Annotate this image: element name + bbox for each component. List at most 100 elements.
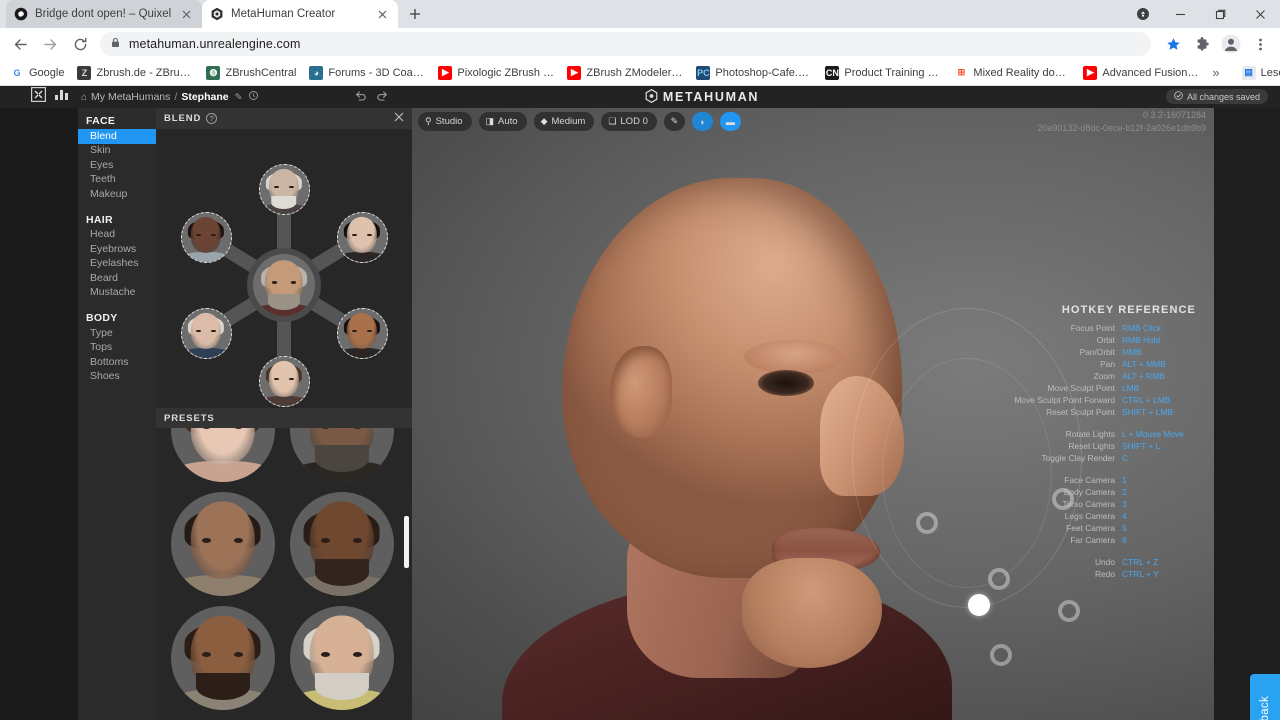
bookmark-item[interactable]: ▶ Advanced Fusion Ef... bbox=[1077, 64, 1205, 82]
sidebar-item-makeup[interactable]: Makeup bbox=[78, 187, 156, 202]
bookmarks-overflow-button[interactable]: » bbox=[1206, 65, 1225, 80]
hotkey-action: Undo bbox=[1094, 557, 1115, 567]
fullscreen-icon[interactable] bbox=[31, 87, 47, 107]
sculpt-point[interactable] bbox=[916, 512, 938, 534]
sculpt-point[interactable] bbox=[990, 644, 1012, 666]
rail-icon-group bbox=[0, 86, 78, 108]
bookmark-favicon-icon: ◕ bbox=[309, 65, 324, 80]
question-icon[interactable]: ? bbox=[206, 113, 218, 124]
sidebar-item-skin[interactable]: Skin bbox=[78, 144, 156, 159]
bookmark-star-icon[interactable] bbox=[1159, 30, 1187, 58]
browser-menu-icon[interactable] bbox=[1246, 30, 1274, 58]
sidebar-item-head[interactable]: Head bbox=[78, 228, 156, 243]
hotkey-row: Pan ALT + MMB bbox=[980, 358, 1196, 370]
bookmark-item[interactable]: ▶ Pixologic ZBrush -... bbox=[432, 64, 560, 82]
sidebar-item-type[interactable]: Type bbox=[78, 326, 156, 341]
preset-elder-male[interactable] bbox=[289, 606, 394, 710]
sidebar-item-eyes[interactable]: Eyes bbox=[78, 158, 156, 173]
info-icon[interactable] bbox=[248, 91, 258, 103]
hotkey-group-spacer bbox=[980, 464, 1196, 474]
breadcrumb-separator: / bbox=[174, 91, 178, 103]
sync-icon[interactable] bbox=[1126, 0, 1160, 28]
sculpt-point[interactable] bbox=[1058, 600, 1080, 622]
hotkey-group-spacer bbox=[980, 546, 1196, 556]
extensions-puzzle-icon[interactable] bbox=[1188, 30, 1216, 58]
viewport-3d[interactable]: ⚲ Studio ◨ Auto ◆ Medium ❏ LOD 0 ✎ ◗ ▬ 0 3.2-16071… bbox=[412, 108, 1214, 720]
bookmark-item[interactable]: ▶ ZBrush ZModeler P... bbox=[561, 64, 689, 82]
hotkey-action: Move Sculpt Point bbox=[1047, 383, 1116, 393]
maximize-button[interactable] bbox=[1200, 0, 1240, 28]
camera-frame-button[interactable]: ▬ bbox=[719, 112, 741, 131]
blend-node-center[interactable] bbox=[253, 254, 315, 316]
sidebar-item-blend[interactable]: Blend bbox=[78, 129, 156, 144]
pencil-icon[interactable]: ✎ bbox=[235, 92, 243, 103]
feedback-tab[interactable]: Feedback bbox=[1250, 674, 1280, 720]
bookmark-item[interactable]: G Google bbox=[4, 64, 70, 82]
sidebar-item-shoes[interactable]: Shoes bbox=[78, 370, 156, 385]
sidebar-item-eyebrows[interactable]: Eyebrows bbox=[78, 242, 156, 257]
sidebar-item-bottoms[interactable]: Bottoms bbox=[78, 355, 156, 370]
blend-node-bottom-left[interactable] bbox=[180, 307, 232, 359]
sidebar-item-mustache[interactable]: Mustache bbox=[78, 286, 156, 301]
blend-node-top[interactable] bbox=[258, 163, 310, 215]
preset-female-dark-hair[interactable] bbox=[170, 492, 275, 596]
hotkey-keys: CTRL + Y bbox=[1122, 569, 1159, 579]
preset-male-beard[interactable] bbox=[289, 492, 394, 596]
minimize-button[interactable] bbox=[1160, 0, 1200, 28]
stats-icon[interactable] bbox=[54, 88, 69, 106]
profile-avatar-icon[interactable] bbox=[1217, 30, 1245, 58]
detail-medium-button[interactable]: ◆ Medium bbox=[533, 112, 595, 131]
breadcrumb-root[interactable]: My MetaHumans bbox=[91, 91, 170, 103]
close-icon[interactable] bbox=[394, 112, 404, 125]
bookmark-label: Leseliste bbox=[1260, 66, 1280, 79]
blend-node-bottom[interactable] bbox=[258, 355, 310, 407]
new-tab-button[interactable] bbox=[402, 1, 428, 27]
address-bar[interactable]: metahuman.unrealengine.com bbox=[100, 32, 1151, 56]
close-icon[interactable] bbox=[179, 7, 194, 22]
category-nav: FACE Blend Skin Eyes Teeth Makeup HAIR Head Eyeb… bbox=[78, 108, 156, 720]
preset-female-pale[interactable] bbox=[170, 428, 275, 482]
lod-button[interactable]: ❏ LOD 0 bbox=[601, 112, 657, 131]
sidebar-item-tops[interactable]: Tops bbox=[78, 341, 156, 356]
bookmark-item[interactable]: ◍ ZBrushCentral bbox=[200, 64, 302, 82]
blend-node-top-left[interactable] bbox=[180, 211, 232, 263]
bookmark-item[interactable]: Z Zbrush.de - ZBrush... bbox=[71, 64, 199, 82]
forward-icon[interactable] bbox=[36, 30, 64, 58]
home-icon[interactable]: ⌂ bbox=[81, 92, 87, 103]
preset-male-grey-beard[interactable] bbox=[289, 428, 394, 482]
browser-tab-1[interactable]: Bridge dont open! – Quixel bbox=[6, 0, 202, 28]
sidebar-item-beard[interactable]: Beard bbox=[78, 271, 156, 286]
sculpt-toggle-button[interactable]: ◗ bbox=[691, 112, 713, 131]
redo-icon[interactable] bbox=[376, 90, 388, 104]
lighting-preset-button[interactable]: ⚲ Studio bbox=[418, 112, 472, 131]
close-icon[interactable] bbox=[375, 7, 390, 22]
bookmarks-bar: G Google Z Zbrush.de - ZBrush... ◍ ZBrushCent… bbox=[0, 60, 1280, 86]
blend-node-bottom-right[interactable] bbox=[336, 307, 388, 359]
blend-node-top-right[interactable] bbox=[336, 211, 388, 263]
close-window-button[interactable] bbox=[1240, 0, 1280, 28]
preset-male-mohawk[interactable] bbox=[170, 606, 275, 710]
reload-icon[interactable] bbox=[66, 30, 94, 58]
sculpt-point-active[interactable] bbox=[968, 594, 990, 616]
viewport-toolbar: ⚲ Studio ◨ Auto ◆ Medium ❏ LOD 0 ✎ ◗ ▬ bbox=[418, 112, 741, 131]
sidebar-item-teeth[interactable]: Teeth bbox=[78, 173, 156, 188]
feedback-label: Feedback bbox=[1259, 696, 1271, 720]
bookmark-item[interactable]: ◕ Forums - 3D Coat F... bbox=[303, 64, 431, 82]
hotkey-row: Orbit RMB Hold bbox=[980, 334, 1196, 346]
bookmark-item[interactable]: CN Product Training –... bbox=[819, 64, 947, 82]
clay-render-button[interactable]: ✎ bbox=[663, 112, 685, 131]
bookmark-reading-list[interactable]: ▤ Leseliste bbox=[1236, 64, 1280, 82]
bookmark-item[interactable]: PC Photoshop-Cafe.de... bbox=[690, 64, 818, 82]
face-thumbnail bbox=[182, 309, 231, 358]
bookmark-item[interactable]: ⊞ Mixed Reality docu... bbox=[948, 64, 1076, 82]
face-torso bbox=[183, 251, 229, 262]
presets-scrollbar[interactable] bbox=[404, 516, 409, 568]
sidebar-item-eyelashes[interactable]: Eyelashes bbox=[78, 257, 156, 272]
back-icon[interactable] bbox=[6, 30, 34, 58]
undo-icon[interactable] bbox=[355, 90, 367, 104]
toolbar-actions bbox=[1159, 30, 1274, 58]
blend-wheel[interactable] bbox=[156, 129, 412, 429]
presets-list[interactable] bbox=[156, 428, 412, 720]
quality-auto-button[interactable]: ◨ Auto bbox=[478, 112, 527, 131]
browser-tab-2[interactable]: MetaHuman Creator bbox=[202, 0, 398, 28]
